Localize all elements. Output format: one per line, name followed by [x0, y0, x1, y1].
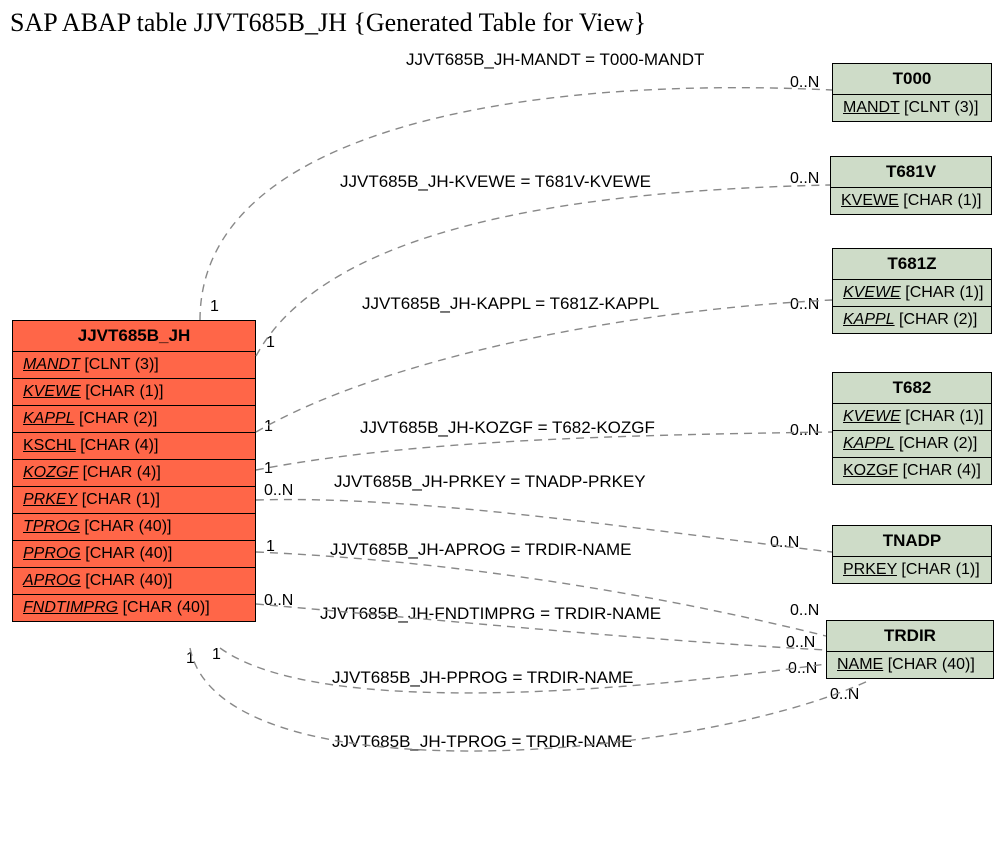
entity-main-field: KSCHL [CHAR (4)]: [13, 433, 255, 460]
entity-header: T000: [833, 64, 991, 95]
edge-label: JJVT685B_JH-MANDT = T000-MANDT: [406, 50, 704, 70]
entity-header: T681V: [831, 157, 991, 188]
entity-header: T682: [833, 373, 991, 404]
cardinality: 0..N: [790, 422, 819, 440]
entity-t682: T682 KVEWE [CHAR (1)] KAPPL [CHAR (2)] K…: [832, 372, 992, 485]
edge-label: JJVT685B_JH-APROG = TRDIR-NAME: [330, 540, 632, 560]
entity-main-field: PPROG [CHAR (40)]: [13, 541, 255, 568]
entity-main-field: MANDT [CLNT (3)]: [13, 352, 255, 379]
entity-field: KAPPL [CHAR (2)]: [833, 307, 991, 333]
entity-main-field: KVEWE [CHAR (1)]: [13, 379, 255, 406]
cardinality: 1: [264, 418, 273, 436]
entity-field: KOZGF [CHAR (4)]: [833, 458, 991, 484]
entity-main: JJVT685B_JH MANDT [CLNT (3)] KVEWE [CHAR…: [12, 320, 256, 622]
entity-field: KAPPL [CHAR (2)]: [833, 431, 991, 458]
cardinality: 0..N: [790, 170, 819, 188]
cardinality: 1: [210, 298, 219, 316]
entity-main-header: JJVT685B_JH: [13, 321, 255, 352]
diagram-title: SAP ABAP table JJVT685B_JH {Generated Ta…: [10, 8, 646, 38]
cardinality: 0..N: [264, 592, 293, 610]
cardinality: 0..N: [790, 74, 819, 92]
entity-field: KVEWE [CHAR (1)]: [831, 188, 991, 214]
cardinality: 0..N: [786, 634, 815, 652]
edge-label: JJVT685B_JH-PPROG = TRDIR-NAME: [332, 668, 634, 688]
entity-field: KVEWE [CHAR (1)]: [833, 280, 991, 307]
entity-main-field: APROG [CHAR (40)]: [13, 568, 255, 595]
entity-t681z: T681Z KVEWE [CHAR (1)] KAPPL [CHAR (2)]: [832, 248, 992, 334]
cardinality: 1: [186, 650, 195, 668]
entity-t000: T000 MANDT [CLNT (3)]: [832, 63, 992, 122]
entity-header: T681Z: [833, 249, 991, 280]
cardinality: 0..N: [790, 296, 819, 314]
entity-tnadp: TNADP PRKEY [CHAR (1)]: [832, 525, 992, 584]
cardinality: 0..N: [830, 686, 859, 704]
edge-label: JJVT685B_JH-KAPPL = T681Z-KAPPL: [362, 294, 659, 314]
cardinality: 1: [212, 646, 221, 664]
entity-t681v: T681V KVEWE [CHAR (1)]: [830, 156, 992, 215]
entity-main-field: KOZGF [CHAR (4)]: [13, 460, 255, 487]
edge-label: JJVT685B_JH-KVEWE = T681V-KVEWE: [340, 172, 651, 192]
edge-label: JJVT685B_JH-TPROG = TRDIR-NAME: [332, 732, 633, 752]
entity-field: NAME [CHAR (40)]: [827, 652, 993, 678]
cardinality: 1: [264, 460, 273, 478]
edge-label: JJVT685B_JH-PRKEY = TNADP-PRKEY: [334, 472, 646, 492]
entity-main-field: TPROG [CHAR (40)]: [13, 514, 255, 541]
cardinality: 0..N: [788, 660, 817, 678]
entity-main-field: FNDTIMPRG [CHAR (40)]: [13, 595, 255, 621]
entity-field: PRKEY [CHAR (1)]: [833, 557, 991, 583]
cardinality: 1: [266, 538, 275, 556]
entity-field: KVEWE [CHAR (1)]: [833, 404, 991, 431]
entity-main-field: PRKEY [CHAR (1)]: [13, 487, 255, 514]
entity-field: MANDT [CLNT (3)]: [833, 95, 991, 121]
cardinality: 0..N: [264, 482, 293, 500]
edge-label: JJVT685B_JH-KOZGF = T682-KOZGF: [360, 418, 655, 438]
cardinality: 0..N: [790, 602, 819, 620]
entity-main-field: KAPPL [CHAR (2)]: [13, 406, 255, 433]
entity-header: TRDIR: [827, 621, 993, 652]
cardinality: 1: [266, 334, 275, 352]
edge-label: JJVT685B_JH-FNDTIMPRG = TRDIR-NAME: [320, 604, 661, 624]
cardinality: 0..N: [770, 534, 799, 552]
entity-header: TNADP: [833, 526, 991, 557]
entity-trdir: TRDIR NAME [CHAR (40)]: [826, 620, 994, 679]
